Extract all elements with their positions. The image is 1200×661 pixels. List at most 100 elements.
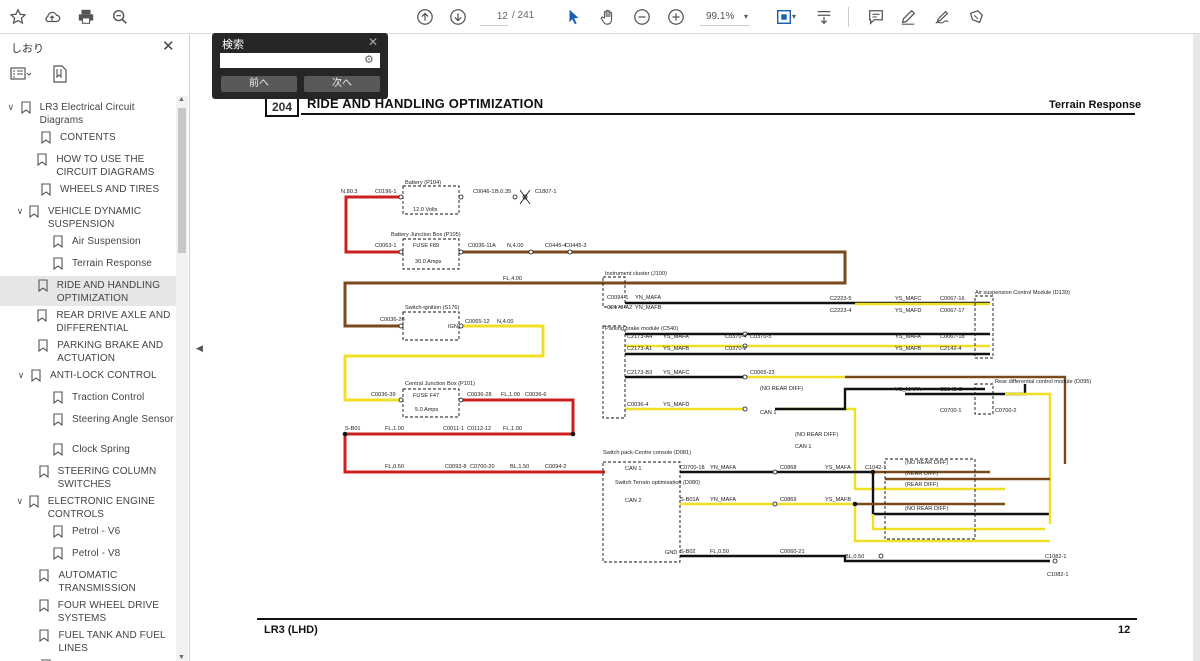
zoom-search-icon[interactable] [108, 5, 132, 29]
pen-icon[interactable] [896, 5, 920, 29]
svg-text:C0869: C0869 [780, 497, 796, 503]
comment-icon[interactable] [864, 5, 888, 29]
svg-text:C0067-17: C0067-17 [940, 308, 965, 314]
bookmark-item[interactable]: Air Suspension [0, 232, 176, 254]
zoom-level-value: 99.1% [706, 11, 735, 22]
bookmark-item[interactable]: STEERING COLUMN SWITCHES [0, 462, 176, 492]
svg-text:CAN 1: CAN 1 [760, 410, 776, 416]
bookmark-item[interactable]: Petrol - V6 [0, 522, 176, 544]
bookmark-item[interactable]: Petrol - V8 [0, 544, 176, 566]
bookmark-item[interactable]: ∨ ELECTRONIC ENGINE CONTROLS [0, 492, 176, 522]
bookmark-star-icon[interactable] [6, 5, 30, 29]
bookmarks-title: しおり [11, 43, 44, 55]
scroll-mode-icon[interactable] [812, 5, 836, 29]
collapse-panel-icon[interactable]: ◀ [196, 343, 203, 354]
select-cursor-icon[interactable] [562, 5, 586, 29]
add-bookmark-icon[interactable] [52, 65, 68, 83]
hand-tool-icon[interactable] [596, 5, 620, 29]
bookmark-item[interactable]: Steering Angle Sensor [0, 410, 176, 440]
svg-text:YS_MAFB: YS_MAFB [895, 346, 921, 352]
page-number-input[interactable] [480, 8, 508, 26]
svg-text:Instrument cluster (J100): Instrument cluster (J100) [605, 271, 667, 277]
svg-text:(NO REAR DIFF): (NO REAR DIFF) [905, 460, 948, 466]
bookmark-options-icon[interactable] [10, 67, 32, 81]
bookmark-item[interactable]: RIDE AND HANDLING OPTIMIZATION [0, 276, 176, 306]
svg-text:IGN: IGN [448, 324, 458, 330]
bookmark-item[interactable]: PARKING BRAKE AND ACTUATION [0, 336, 176, 366]
bookmark-icon [39, 569, 50, 582]
chevron-down-icon[interactable]: ∨ [6, 102, 16, 113]
svg-text:C0065-12: C0065-12 [465, 319, 490, 325]
svg-text:YS_MAFC: YS_MAFC [895, 296, 921, 302]
svg-text:C0700-18: C0700-18 [680, 465, 705, 471]
bookmark-item[interactable]: ∨ ANTI-LOCK CONTROL [0, 366, 176, 388]
cloud-upload-icon[interactable] [40, 5, 64, 29]
bookmark-item[interactable]: Clock Spring [0, 440, 176, 462]
svg-text:FUSE F89: FUSE F89 [413, 243, 439, 249]
bookmark-label: LR3 Electrical Circuit Diagrams [39, 102, 135, 126]
bookmark-item[interactable]: HOW TO USE THE CIRCUIT DIAGRAMS [0, 150, 176, 180]
svg-text:C0067-18: C0067-18 [940, 334, 965, 340]
svg-text:C0112-12: C0112-12 [467, 426, 491, 432]
bookmark-icon [37, 309, 47, 322]
search-input[interactable] [220, 53, 380, 68]
bookmark-item[interactable]: Traction Control [0, 388, 176, 410]
svg-text:YS_MAFA: YS_MAFA [895, 334, 921, 340]
svg-text:C0067-16: C0067-16 [940, 296, 965, 302]
bookmark-icon [39, 465, 49, 478]
bookmark-icon [29, 495, 39, 508]
gear-icon[interactable]: ⚙ [364, 53, 374, 66]
fit-chevron-icon[interactable]: ▾ [792, 12, 796, 21]
bookmark-label: Air Suspension [72, 236, 141, 247]
bookmark-icon [21, 101, 31, 114]
svg-text:YN_MAFB: YN_MAFB [635, 305, 662, 311]
bookmark-item[interactable]: ∨ LR3 Electrical Circuit Diagrams [0, 98, 176, 128]
sidebar-scrollbar[interactable]: ▲ ▼ [176, 96, 188, 661]
close-icon[interactable]: ✕ [162, 37, 175, 55]
sign-icon[interactable] [930, 5, 954, 29]
svg-text:FL,1.00: FL,1.00 [501, 392, 520, 398]
svg-text:C0370-2: C0370-2 [725, 346, 746, 352]
svg-text:Switch-ignition (S176): Switch-ignition (S176) [405, 305, 460, 311]
svg-text:C0094-1: C0094-1 [607, 295, 628, 301]
bookmark-item[interactable]: FOUR WHEEL DRIVE SYSTEMS [0, 596, 176, 626]
svg-text:C2142-4: C2142-4 [940, 346, 961, 352]
page-up-icon[interactable] [413, 5, 437, 29]
svg-text:C0093-8: C0093-8 [445, 464, 466, 470]
stamp-icon[interactable] [964, 5, 988, 29]
zoom-level-select[interactable]: 99.1% ▾ [700, 8, 750, 26]
zoom-in-icon[interactable] [664, 5, 688, 29]
search-prev-button[interactable]: 前へ [221, 76, 297, 92]
bookmark-item[interactable]: FUEL TANK AND FUEL LINES [0, 626, 176, 656]
bookmark-item[interactable]: ∨ VEHICLE DYNAMIC SUSPENSION [0, 202, 176, 232]
bookmark-tree: ∨ LR3 Electrical Circuit Diagrams CONTENTS… [0, 96, 176, 661]
bookmark-item[interactable]: WHEELS AND TIRES [0, 180, 176, 202]
zoom-out-icon[interactable] [630, 5, 654, 29]
bookmark-item[interactable]: REAR DRIVE AXLE AND DIFFERENTIAL [0, 306, 176, 336]
chevron-down-icon[interactable]: ∨ [16, 206, 24, 217]
close-icon[interactable]: ✕ [368, 35, 378, 49]
bookmark-item[interactable]: CONTENTS [0, 128, 176, 150]
chevron-down-icon[interactable]: ∨ [16, 496, 24, 507]
page-down-icon[interactable] [446, 5, 470, 29]
svg-text:C0445-4: C0445-4 [545, 243, 566, 249]
svg-text:Parking brake module (C540): Parking brake module (C540) [605, 326, 678, 332]
bookmark-item[interactable]: Terrain Response [0, 254, 176, 276]
svg-text:C0063-1: C0063-1 [375, 243, 396, 249]
bookmark-item[interactable]: AUXILIARY HEATING [0, 656, 176, 661]
print-icon[interactable] [74, 5, 98, 29]
svg-text:YN_MAFA: YN_MAFA [635, 295, 661, 301]
chevron-down-icon[interactable]: ∨ [16, 370, 26, 381]
svg-text:(REAR DIFF): (REAR DIFF) [905, 482, 938, 488]
scroll-down-icon[interactable]: ▼ [178, 654, 185, 661]
sidebar-scroll-thumb[interactable] [178, 108, 186, 253]
svg-text:BL,1.50: BL,1.50 [510, 464, 529, 470]
search-next-button[interactable]: 次へ [304, 76, 380, 92]
svg-text:YS_MAFA: YS_MAFA [895, 387, 921, 393]
svg-text:C0036-20: C0036-20 [380, 317, 405, 323]
svg-text:30.0 Amps: 30.0 Amps [415, 259, 442, 265]
document-viewer[interactable]: 204 RIDE AND HANDLING OPTIMIZATION Terra… [205, 34, 1200, 661]
svg-text:C0011-1: C0011-1 [443, 426, 464, 432]
scroll-up-icon[interactable]: ▲ [178, 96, 185, 103]
bookmark-item[interactable]: AUTOMATIC TRANSMISSION [0, 566, 176, 596]
